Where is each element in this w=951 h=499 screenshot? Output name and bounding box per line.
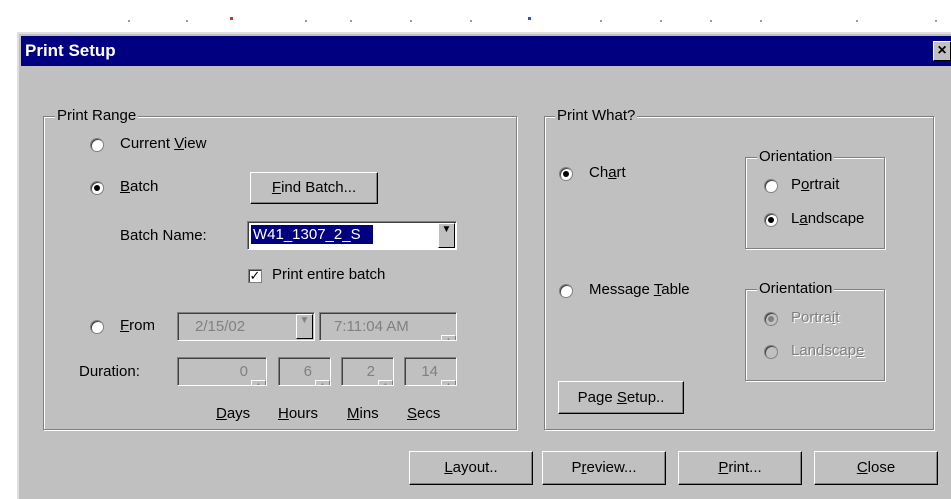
find-batch-button[interactable]: Find Batch...	[250, 172, 378, 204]
chart-landscape-label[interactable]: Landscape	[791, 210, 864, 227]
batch-name-dropdown[interactable]: W41_1307_2_S ▼	[247, 221, 457, 250]
days-spinner[interactable]: ▲▼	[251, 380, 266, 385]
page-setup-button[interactable]: Page Setup..	[558, 381, 684, 414]
print-what-title: Print What?	[555, 107, 638, 125]
hours-unit-label: Hours	[278, 405, 319, 422]
chart-portrait-radio[interactable]	[764, 179, 778, 193]
print-button[interactable]: Print...	[678, 451, 802, 485]
duration-label: Duration:	[79, 363, 140, 380]
chevron-down-icon[interactable]: ▼	[296, 314, 313, 339]
print-entire-batch-checkbox[interactable]: ✓	[248, 269, 262, 283]
chart-orientation-group	[745, 157, 885, 249]
secs-unit-label: Secs	[407, 405, 441, 422]
from-time-spinner[interactable]: ▲▼	[441, 335, 456, 340]
chevron-down-icon[interactable]: ▼	[438, 223, 455, 248]
duration-days-input[interactable]: 0 ▲▼	[177, 357, 267, 386]
chart-label[interactable]: Chart	[589, 164, 626, 181]
message-table-radio[interactable]	[559, 284, 573, 298]
batch-name-label: Batch Name:	[120, 227, 207, 244]
mins-unit-label: Mins	[347, 405, 379, 422]
from-date-picker[interactable]: 2/15/02 ▼	[177, 312, 315, 341]
print-entire-batch-label[interactable]: Print entire batch	[272, 266, 385, 283]
chart-orientation-title: Orientation	[757, 148, 835, 166]
chart-radio[interactable]	[559, 167, 573, 181]
print-setup-dialog: Print Setup × Print Range Current View B…	[17, 32, 951, 499]
days-unit-label: Days	[216, 405, 251, 422]
layout-button[interactable]: Layout..	[409, 451, 533, 485]
batch-name-value: W41_1307_2_S	[250, 224, 374, 245]
current-view-label[interactable]: Current View	[120, 135, 206, 152]
duration-secs-input[interactable]: 14 ▲▼	[404, 357, 457, 386]
duration-hours-input[interactable]: 6 ▲▼	[278, 357, 331, 386]
chart-landscape-radio[interactable]	[764, 213, 778, 227]
preview-button[interactable]: Preview...	[542, 451, 666, 485]
title-bar: Print Setup ×	[21, 36, 951, 66]
message-landscape-label[interactable]: Landscape	[791, 342, 864, 359]
hours-spinner[interactable]: ▲▼	[315, 380, 330, 385]
background-window-fragment	[128, 17, 937, 22]
message-table-label[interactable]: Message Table	[589, 281, 690, 298]
dialog-title: Print Setup	[25, 41, 116, 60]
mins-spinner[interactable]: ▲▼	[378, 380, 393, 385]
message-orientation-title: Orientation	[757, 280, 835, 298]
message-orientation-group	[745, 289, 885, 381]
current-view-radio[interactable]	[90, 138, 104, 152]
close-icon[interactable]: ×	[933, 41, 951, 61]
chart-portrait-label[interactable]: Portrait	[791, 176, 839, 193]
close-button[interactable]: Close	[814, 451, 938, 485]
print-range-title: Print Range	[55, 107, 139, 125]
secs-spinner[interactable]: ▲▼	[441, 380, 456, 385]
duration-mins-input[interactable]: 2 ▲▼	[341, 357, 394, 386]
from-label[interactable]: From	[120, 317, 155, 334]
message-landscape-radio[interactable]	[764, 345, 778, 359]
message-portrait-label[interactable]: Portrait	[791, 309, 839, 326]
message-portrait-radio[interactable]	[764, 312, 778, 326]
from-radio[interactable]	[90, 320, 104, 334]
batch-radio[interactable]	[90, 181, 104, 195]
batch-label[interactable]: Batch	[120, 178, 158, 195]
from-time-input[interactable]: 7:11:04 AM ▲▼	[319, 312, 457, 341]
